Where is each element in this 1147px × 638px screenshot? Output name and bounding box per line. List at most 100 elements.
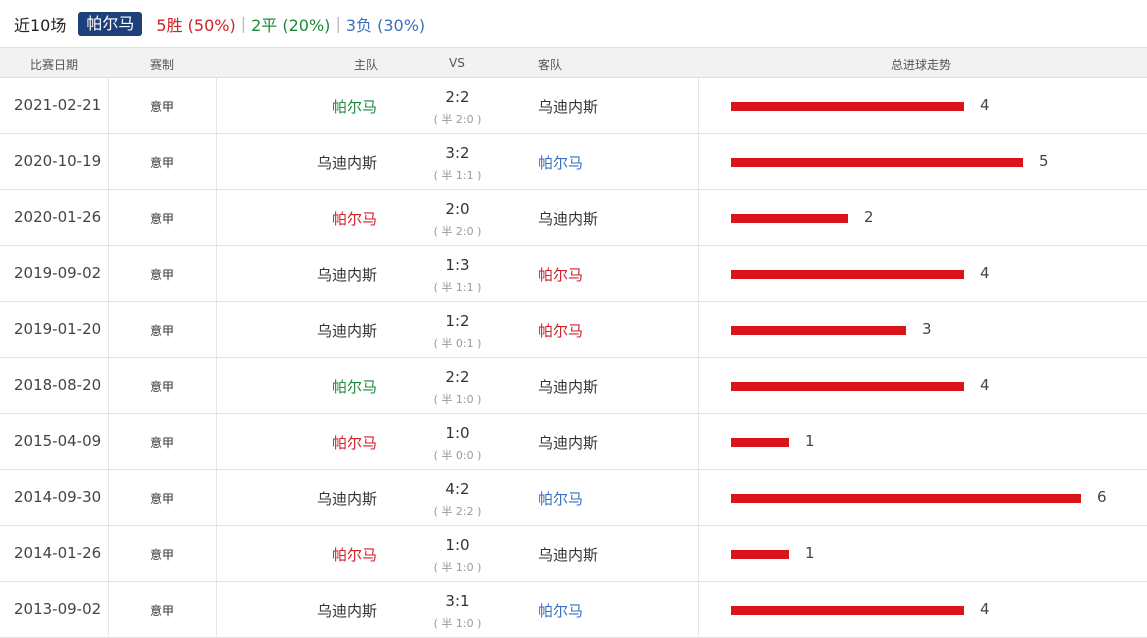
away-team[interactable]: 帕尔马	[538, 152, 583, 173]
match-score: 4:2	[445, 480, 470, 498]
home-team[interactable]: 乌迪内斯	[317, 600, 377, 621]
home-team[interactable]: 帕尔马	[332, 432, 377, 453]
column-divider	[216, 190, 217, 245]
total-goals-bar	[731, 102, 964, 111]
half-time-score: ( 半 1:0 )	[433, 617, 482, 630]
total-goals-bar	[731, 382, 964, 391]
match-league: 意甲	[150, 436, 175, 450]
table-row: 2020-10-19 意甲 乌迪内斯 3:2 ( 半 1:1 ) 帕尔马 5	[0, 134, 1147, 190]
column-divider	[216, 526, 217, 581]
match-date: 2021-02-21	[14, 96, 102, 114]
table-row: 2019-01-20 意甲 乌迪内斯 1:2 ( 半 0:1 ) 帕尔马 3	[0, 302, 1147, 358]
total-goals-value: 4	[980, 96, 990, 114]
column-divider	[698, 582, 699, 637]
column-divider	[108, 190, 109, 245]
column-divider	[108, 582, 109, 637]
home-team[interactable]: 帕尔马	[332, 544, 377, 565]
match-league: 意甲	[150, 268, 175, 282]
table-row: 2020-01-26 意甲 帕尔马 2:0 ( 半 2:0 ) 乌迪内斯 2	[0, 190, 1147, 246]
away-team[interactable]: 乌迪内斯	[538, 96, 598, 117]
table-header: 比赛日期 赛制 主队 VS 客队 总进球走势	[0, 47, 1147, 78]
match-date: 2020-01-26	[14, 208, 102, 226]
losses-stat: 3负 (30%)	[345, 15, 426, 35]
match-score: 1:0	[445, 536, 470, 554]
home-team[interactable]: 帕尔马	[332, 96, 377, 117]
total-goals-bar	[731, 326, 906, 335]
column-divider	[698, 414, 699, 469]
match-date: 2014-09-30	[14, 488, 102, 506]
away-team[interactable]: 帕尔马	[538, 488, 583, 509]
total-goals-value: 1	[805, 432, 815, 450]
total-goals-value: 2	[864, 208, 874, 226]
table-row: 2019-09-02 意甲 乌迪内斯 1:3 ( 半 1:1 ) 帕尔马 4	[0, 246, 1147, 302]
column-divider	[108, 526, 109, 581]
half-time-score: ( 半 1:1 )	[433, 169, 482, 182]
header-home: 主队	[354, 58, 379, 72]
home-team[interactable]: 乌迪内斯	[317, 488, 377, 509]
column-divider	[698, 78, 699, 133]
header-vs: VS	[449, 56, 465, 70]
total-goals-bar	[731, 606, 964, 615]
column-divider	[108, 78, 109, 133]
match-date: 2014-01-26	[14, 544, 102, 562]
team-badge[interactable]: 帕尔马	[78, 11, 143, 36]
home-team[interactable]: 帕尔马	[332, 376, 377, 397]
home-team[interactable]: 乌迪内斯	[317, 152, 377, 173]
half-time-score: ( 半 2:0 )	[433, 113, 482, 126]
column-divider	[216, 470, 217, 525]
wins-stat: 5胜 (50%)	[156, 15, 236, 35]
column-divider	[108, 134, 109, 189]
total-goals-bar	[731, 214, 848, 223]
separator: |	[240, 14, 247, 33]
match-date: 2015-04-09	[14, 432, 102, 450]
match-date: 2018-08-20	[14, 376, 102, 394]
away-team[interactable]: 乌迪内斯	[538, 432, 598, 453]
total-goals-bar	[731, 550, 789, 559]
table-row: 2013-09-02 意甲 乌迪内斯 3:1 ( 半 1:0 ) 帕尔马 4	[0, 582, 1147, 638]
away-team[interactable]: 帕尔马	[538, 264, 583, 285]
total-goals-value: 4	[980, 264, 990, 282]
column-divider	[108, 302, 109, 357]
home-team[interactable]: 帕尔马	[332, 208, 377, 229]
match-table: 2021-02-21 意甲 帕尔马 2:2( 半 2:0 ) 乌迪内斯 4 2020-10-…	[0, 78, 1147, 638]
away-team[interactable]: 乌迪内斯	[538, 208, 598, 229]
away-team[interactable]: 帕尔马	[538, 600, 583, 621]
match-score: 2:2	[445, 368, 470, 386]
total-goals-value: 4	[980, 600, 990, 618]
header-league: 赛制	[150, 58, 175, 72]
half-time-score: ( 半 1:1 )	[433, 281, 482, 294]
match-league: 意甲	[150, 324, 175, 338]
away-team[interactable]: 帕尔马	[538, 320, 583, 341]
half-time-score: ( 半 1:0 )	[433, 393, 482, 406]
match-date: 2020-10-19	[14, 152, 102, 170]
away-team[interactable]: 乌迪内斯	[538, 376, 598, 397]
table-row: 2014-09-30 意甲 乌迪内斯 4:2 ( 半 2:2 ) 帕尔马 6	[0, 470, 1147, 526]
column-divider	[216, 134, 217, 189]
column-divider	[216, 358, 217, 413]
away-team[interactable]: 乌迪内斯	[538, 544, 598, 565]
match-score: 2:0	[445, 200, 470, 218]
match-league: 意甲	[150, 380, 175, 394]
total-goals-value: 6	[1097, 488, 1107, 506]
half-time-score: ( 半 0:0 )	[433, 449, 482, 462]
column-divider	[698, 470, 699, 525]
half-time-score: ( 半 2:2 )	[433, 505, 482, 518]
match-score: 1:2	[445, 312, 470, 330]
column-divider	[216, 582, 217, 637]
home-team[interactable]: 乌迪内斯	[317, 264, 377, 285]
home-team[interactable]: 乌迪内斯	[317, 320, 377, 341]
column-divider	[698, 190, 699, 245]
total-goals-value: 3	[922, 320, 932, 338]
table-row: 2014-01-26 意甲 帕尔马 1:0 ( 半 1:0 ) 乌迪内斯 1	[0, 526, 1147, 582]
header-trend: 总进球走势	[891, 58, 952, 72]
match-league: 意甲	[150, 156, 175, 170]
table-row: 2018-08-20 意甲 帕尔马 2:2 ( 半 1:0 ) 乌迪内斯 4	[0, 358, 1147, 414]
match-date: 2019-01-20	[14, 320, 102, 338]
match-score: 3:2	[445, 144, 470, 162]
match-league: 意甲	[150, 604, 175, 618]
half-time-score: ( 半 1:0 )	[433, 561, 482, 574]
recent-count-label: 近10场	[14, 15, 67, 35]
column-divider	[108, 358, 109, 413]
column-divider	[698, 526, 699, 581]
table-row: 2015-04-09 意甲 帕尔马 1:0 ( 半 0:0 ) 乌迪内斯 1	[0, 414, 1147, 470]
